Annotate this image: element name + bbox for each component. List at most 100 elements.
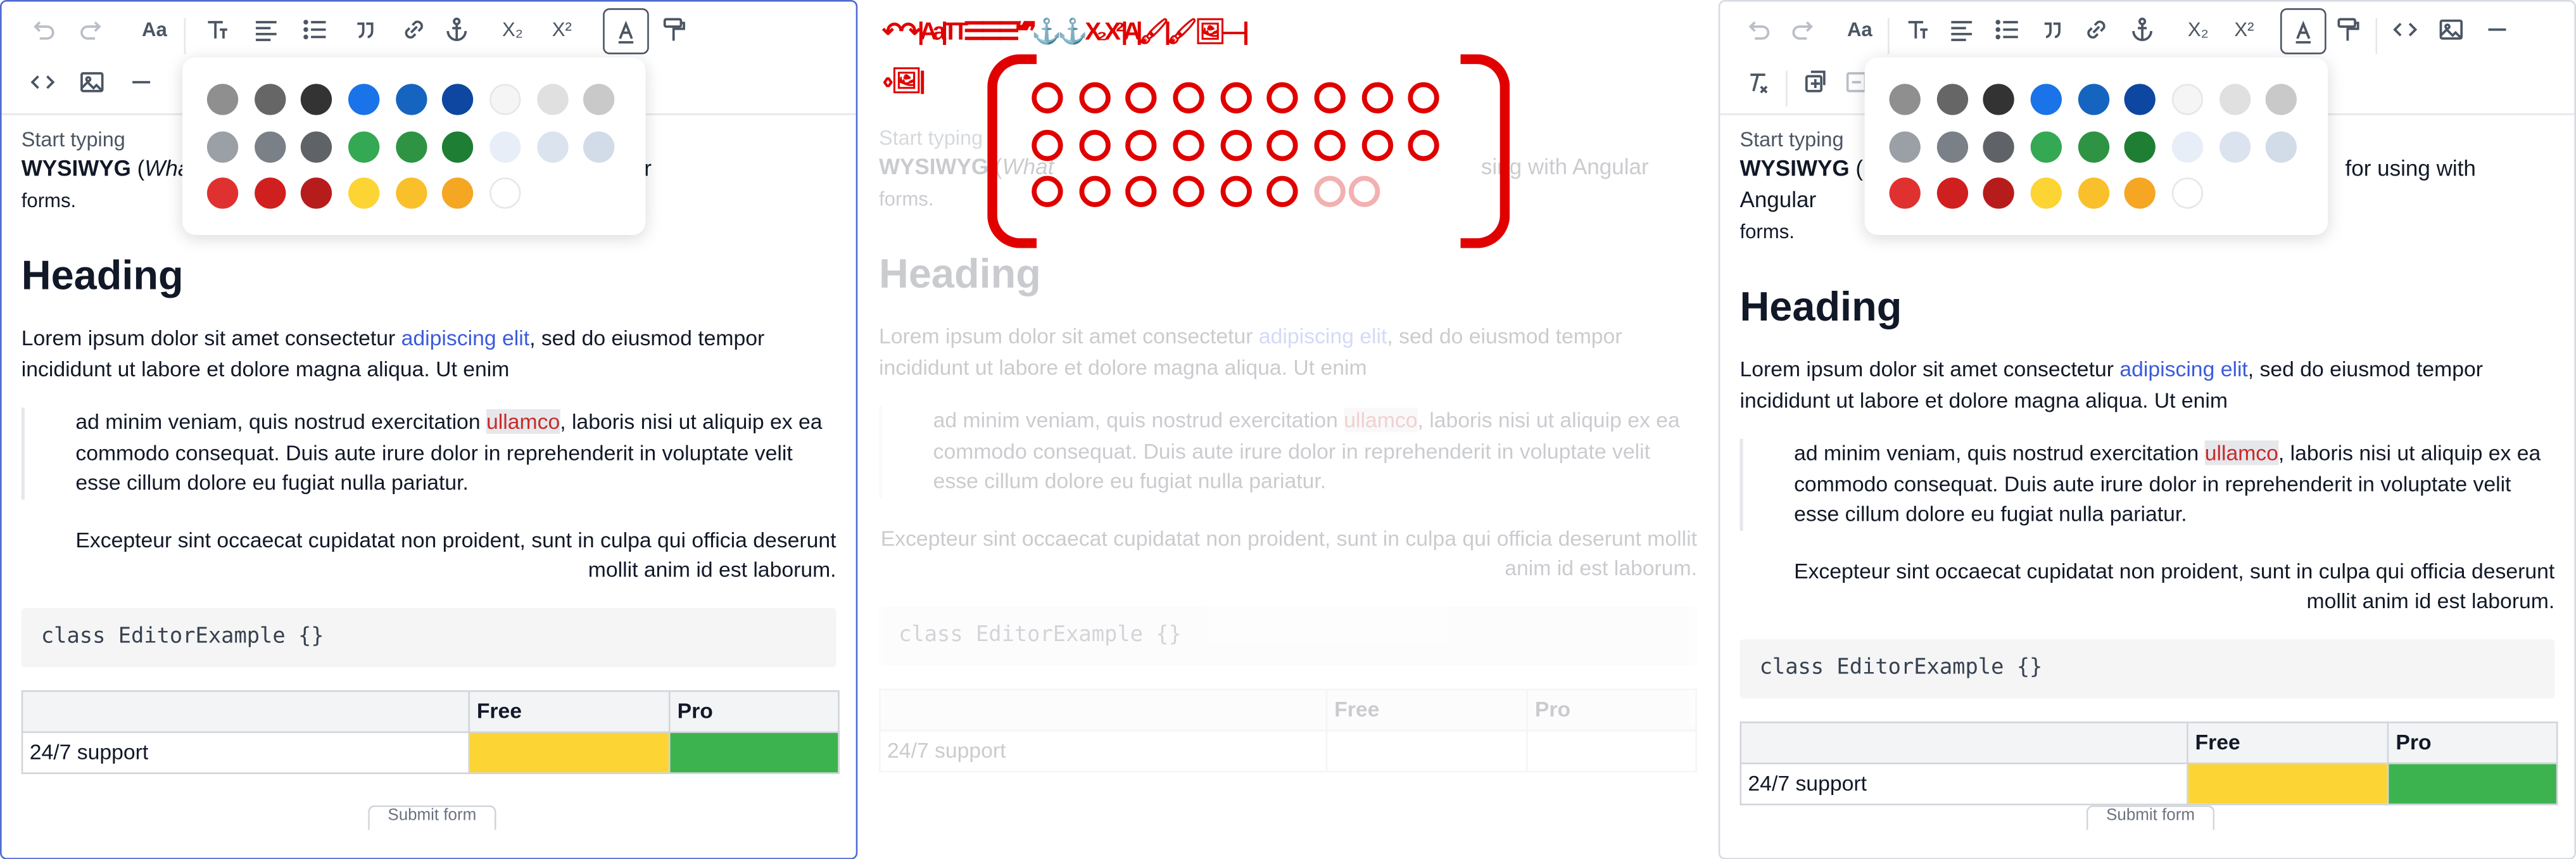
para-text: Lorem ipsum dolor sit amet consectetur — [1739, 356, 2120, 381]
anchor-icon[interactable] — [436, 8, 478, 51]
table-cell — [1526, 729, 1697, 772]
color-swatch[interactable] — [441, 84, 474, 115]
superscript-icon[interactable]: X² — [2223, 8, 2265, 51]
color-swatch[interactable] — [300, 131, 332, 163]
superscript-icon[interactable]: X² — [541, 8, 583, 51]
link-icon[interactable] — [393, 8, 435, 51]
blockquote-icon[interactable] — [343, 8, 386, 51]
text-size-icon[interactable]: Aa — [133, 8, 175, 51]
text-size-icon[interactable]: Aa — [1838, 8, 1881, 51]
submit-button[interactable]: Submit form — [368, 805, 496, 830]
format-painter-icon[interactable] — [652, 8, 695, 51]
color-swatch[interactable] — [396, 177, 427, 209]
redo-icon[interactable] — [1783, 8, 1825, 51]
color-swatch[interactable] — [441, 177, 474, 209]
color-swatch[interactable] — [2171, 84, 2204, 115]
table-cell: 24/7 support — [21, 730, 470, 773]
color-swatch[interactable] — [396, 131, 427, 163]
color-swatch[interactable] — [2265, 84, 2297, 115]
insert-table-icon[interactable] — [1794, 61, 1836, 103]
color-swatch[interactable] — [396, 84, 427, 115]
subscript-label: X₂ — [2187, 18, 2209, 41]
code-icon[interactable] — [22, 61, 64, 103]
color-swatch[interactable] — [2078, 177, 2110, 209]
horizontal-rule-icon[interactable] — [2476, 8, 2518, 51]
color-swatch[interactable] — [2171, 131, 2204, 163]
color-swatch[interactable] — [1983, 131, 2014, 163]
color-swatch[interactable] — [537, 131, 569, 163]
color-swatch[interactable] — [2124, 84, 2156, 115]
color-swatch[interactable] — [348, 84, 380, 115]
color-swatch[interactable] — [2078, 84, 2110, 115]
color-swatch[interactable] — [1936, 131, 1969, 163]
color-swatch[interactable] — [255, 84, 286, 115]
undo-icon[interactable] — [1736, 8, 1779, 51]
image-icon[interactable] — [2430, 8, 2472, 51]
color-swatch[interactable] — [206, 84, 239, 115]
heading: Heading — [1739, 284, 1902, 331]
color-swatch[interactable] — [1889, 177, 1921, 209]
color-swatch[interactable] — [489, 177, 521, 209]
color-swatch[interactable] — [1983, 84, 2014, 115]
undo-icon[interactable] — [22, 8, 64, 51]
para-link[interactable]: adipiscing elit — [401, 326, 529, 350]
align-icon[interactable] — [245, 8, 287, 51]
para-link[interactable]: adipiscing elit — [2119, 357, 2247, 381]
color-swatch[interactable] — [2219, 84, 2251, 115]
glitched-swatch — [1032, 175, 1063, 207]
horizontal-rule-icon[interactable] — [120, 61, 162, 103]
color-swatch[interactable] — [583, 84, 615, 115]
color-swatch[interactable] — [1889, 84, 1921, 115]
list-icon[interactable] — [294, 8, 336, 51]
color-swatch[interactable] — [583, 131, 615, 163]
clear-format-icon[interactable] — [1736, 61, 1779, 103]
color-swatch[interactable] — [1936, 177, 1969, 209]
color-swatch[interactable] — [2030, 131, 2062, 163]
color-swatch[interactable] — [2124, 177, 2156, 209]
glitched-swatch — [1079, 129, 1111, 162]
link-icon[interactable] — [2075, 8, 2118, 51]
color-swatch[interactable] — [300, 177, 332, 209]
text-style-icon[interactable] — [196, 8, 238, 51]
color-swatch[interactable] — [2124, 131, 2156, 163]
color-swatch[interactable] — [206, 177, 239, 209]
color-swatch[interactable] — [2265, 131, 2297, 163]
color-swatch[interactable] — [348, 177, 380, 209]
color-swatch[interactable] — [2078, 131, 2110, 163]
blockquote-icon[interactable] — [2031, 8, 2073, 51]
glitched-swatch — [1079, 175, 1111, 207]
color-swatch[interactable] — [2171, 177, 2204, 209]
image-icon[interactable] — [71, 61, 113, 103]
subscript-icon[interactable]: X₂ — [491, 8, 534, 51]
code-icon[interactable] — [2383, 8, 2426, 51]
color-swatch[interactable] — [2030, 84, 2062, 115]
glitched-swatch — [1220, 129, 1252, 162]
color-swatch[interactable] — [300, 84, 332, 115]
color-swatch[interactable] — [206, 131, 239, 163]
color-swatch[interactable] — [2030, 177, 2062, 209]
align-icon[interactable] — [1940, 8, 1983, 51]
color-swatch[interactable] — [255, 131, 286, 163]
text-style-icon[interactable] — [1896, 8, 1938, 51]
color-swatch[interactable] — [348, 131, 380, 163]
quote-text: ad minim veniam, quis nostrud exercitati… — [933, 407, 1344, 433]
text-color-icon[interactable] — [2280, 8, 2327, 54]
color-swatch[interactable] — [1889, 131, 1921, 163]
format-painter-icon[interactable] — [2327, 8, 2369, 51]
list-icon[interactable] — [1986, 8, 2029, 51]
submit-button[interactable]: Submit form — [2086, 805, 2215, 830]
color-swatch[interactable] — [441, 131, 474, 163]
color-swatch[interactable] — [537, 84, 569, 115]
color-swatch[interactable] — [1936, 84, 1969, 115]
color-swatch[interactable] — [1983, 177, 2014, 209]
lorem-paragraph: Lorem ipsum dolor sit amet consectetur a… — [1739, 355, 2554, 416]
color-swatch[interactable] — [489, 131, 521, 163]
color-swatch[interactable] — [489, 84, 521, 115]
text-color-icon[interactable] — [603, 8, 649, 54]
subscript-icon[interactable]: X₂ — [2177, 8, 2219, 51]
anchor-icon[interactable] — [2121, 8, 2163, 51]
redo-icon[interactable] — [71, 8, 113, 51]
highlighted-text: ullamco — [486, 409, 560, 434]
color-swatch[interactable] — [2219, 131, 2251, 163]
color-swatch[interactable] — [255, 177, 286, 209]
